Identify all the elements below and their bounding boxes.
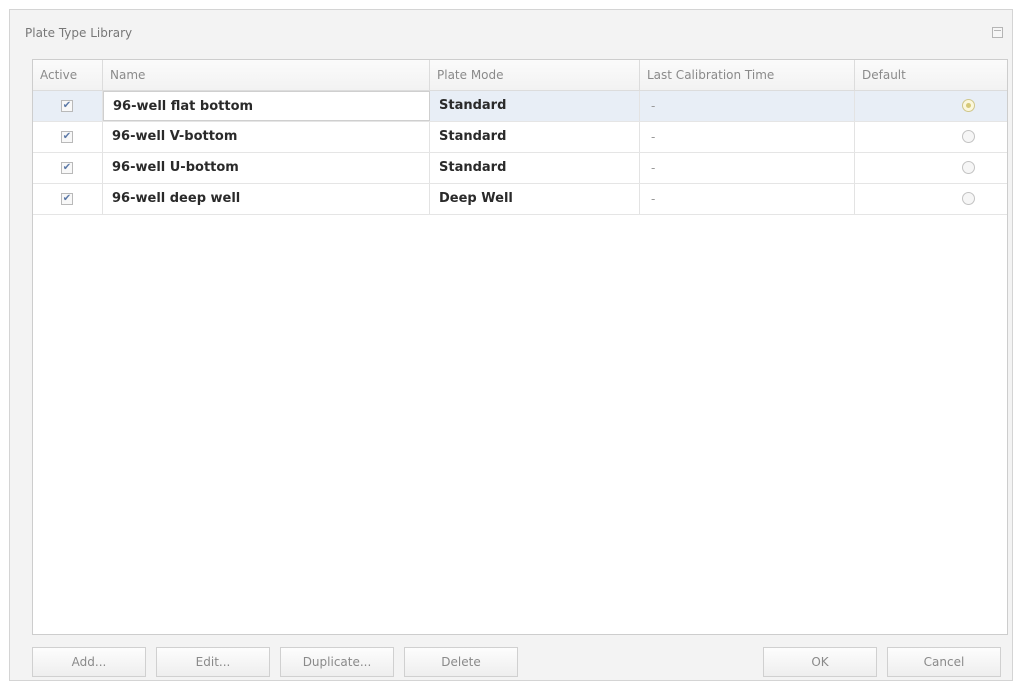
maximize-icon[interactable]	[992, 27, 1003, 38]
plate-mode-cell[interactable]: Deep Well	[430, 184, 640, 214]
active-cell: ✔	[33, 184, 103, 214]
plate-mode-cell[interactable]: Standard	[430, 153, 640, 183]
column-header-default[interactable]: Default	[855, 60, 1007, 90]
column-header-last-calibration-time[interactable]: Last Calibration Time	[640, 60, 855, 90]
active-cell: ✔	[33, 122, 103, 152]
active-cell: ✔	[33, 153, 103, 183]
duplicate-button[interactable]: Duplicate...	[280, 647, 394, 677]
last-calibration-time-cell: -	[640, 122, 855, 152]
default-cell	[855, 184, 1007, 214]
name-cell[interactable]: 96-well U-bottom	[103, 153, 430, 183]
ok-button[interactable]: OK	[763, 647, 877, 677]
checkmark-icon: ✔	[62, 193, 72, 204]
default-cell	[855, 91, 1007, 121]
plate-type-library-dialog: Plate Type Library Active Name Plate Mod…	[9, 9, 1013, 681]
active-cell: ✔	[33, 91, 103, 121]
column-header-plate-mode[interactable]: Plate Mode	[430, 60, 640, 90]
checkmark-icon: ✔	[62, 131, 72, 142]
name-cell[interactable]: 96-well deep well	[103, 184, 430, 214]
table-row[interactable]: ✔ 96-well flat bottom Standard -	[33, 91, 1007, 122]
delete-button[interactable]: Delete	[404, 647, 518, 677]
last-calibration-time-cell: -	[640, 184, 855, 214]
default-radio[interactable]	[962, 99, 975, 112]
plate-mode-cell[interactable]: Standard	[430, 91, 640, 121]
last-calibration-time-cell: -	[640, 153, 855, 183]
active-checkbox[interactable]: ✔	[61, 193, 73, 205]
table-row[interactable]: ✔ 96-well V-bottom Standard -	[33, 122, 1007, 153]
add-button[interactable]: Add...	[32, 647, 146, 677]
active-checkbox[interactable]: ✔	[61, 162, 73, 174]
table-header: Active Name Plate Mode Last Calibration …	[33, 60, 1007, 91]
default-radio[interactable]	[962, 192, 975, 205]
name-cell[interactable]: 96-well V-bottom	[103, 122, 430, 152]
last-calibration-time-cell: -	[640, 91, 855, 121]
cancel-button[interactable]: Cancel	[887, 647, 1001, 677]
active-checkbox[interactable]: ✔	[61, 131, 73, 143]
default-radio[interactable]	[962, 161, 975, 174]
table-row[interactable]: ✔ 96-well U-bottom Standard -	[33, 153, 1007, 184]
checkmark-icon: ✔	[62, 162, 72, 173]
plate-type-table: Active Name Plate Mode Last Calibration …	[32, 59, 1008, 635]
active-checkbox[interactable]: ✔	[61, 100, 73, 112]
plate-mode-cell[interactable]: Standard	[430, 122, 640, 152]
name-cell[interactable]: 96-well flat bottom	[103, 91, 430, 121]
dialog-title: Plate Type Library	[25, 26, 133, 40]
dialog-titlebar: Plate Type Library	[10, 10, 1012, 46]
default-cell	[855, 122, 1007, 152]
checkmark-icon: ✔	[62, 100, 72, 111]
edit-button[interactable]: Edit...	[156, 647, 270, 677]
column-header-name[interactable]: Name	[103, 60, 430, 90]
table-row[interactable]: ✔ 96-well deep well Deep Well -	[33, 184, 1007, 215]
default-radio[interactable]	[962, 130, 975, 143]
column-header-active[interactable]: Active	[33, 60, 103, 90]
default-cell	[855, 153, 1007, 183]
